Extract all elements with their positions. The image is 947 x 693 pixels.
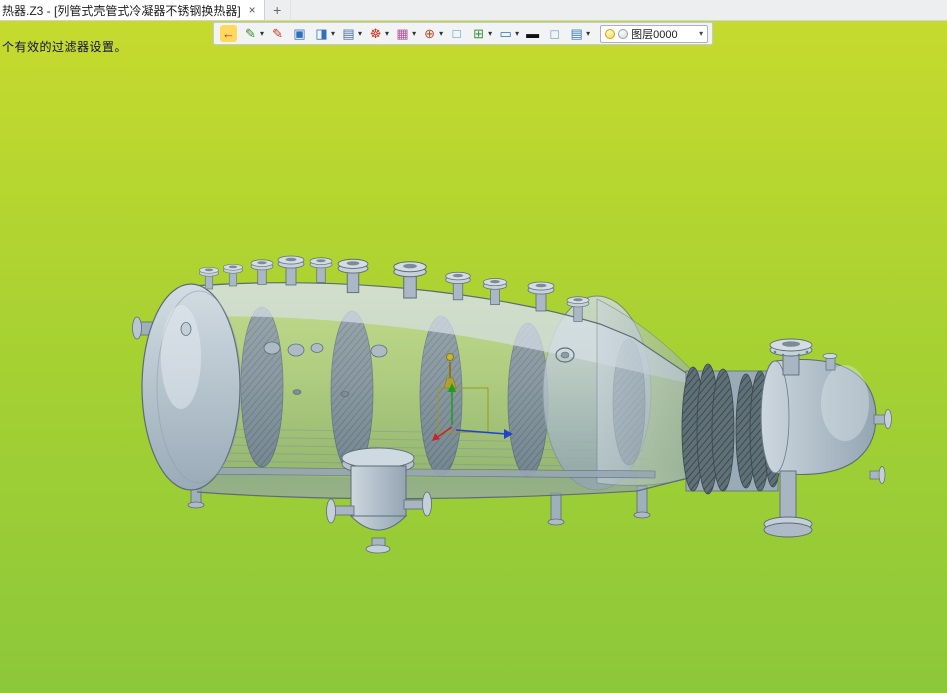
- window-plus-icon: ⊞: [473, 26, 485, 41]
- image-icon: ▦: [396, 26, 409, 41]
- tab-close-icon[interactable]: ×: [247, 3, 258, 17]
- target-icon: ⊕: [424, 26, 436, 41]
- layer-sphere-icon: [618, 28, 629, 39]
- sketch-pen-button[interactable]: ✎: [267, 24, 288, 43]
- shaded-cube-button[interactable]: ▣: [289, 24, 310, 43]
- chevron-down-icon[interactable]: ▾: [488, 29, 492, 38]
- layer-combo-value: 图层0000: [631, 28, 678, 41]
- viewport-3d[interactable]: 个有效的过滤器设置。 ← ✎ ▾ ✎ ▣ ◨ ▾ ▤ ▾ ☸ ▾ ▦ ▾ ⊕ ▾ □ ⊞ ▾ ▭ ▾ ▬ ◻ ▤ ▾ 图层00…: [0, 21, 947, 693]
- bulb-icon: [605, 28, 616, 39]
- line-width-button[interactable]: ▬: [522, 24, 543, 43]
- light-square-icon: ◻: [549, 26, 561, 41]
- chevron-down-icon[interactable]: ▾: [439, 29, 443, 38]
- sketch-pen-icon: ✎: [272, 26, 283, 41]
- floating-toolbar: ← ✎ ▾ ✎ ▣ ◨ ▾ ▤ ▾ ☸ ▾ ▦ ▾ ⊕ ▾ □ ⊞ ▾ ▭ ▾ ▬ ◻ ▤ ▾ 图层0000 ▾: [213, 22, 714, 45]
- layers-button[interactable]: ▤ ▾: [566, 24, 592, 43]
- chevron-down-icon[interactable]: ▾: [331, 29, 335, 38]
- chevron-down-icon[interactable]: ▾: [385, 29, 389, 38]
- chevron-down-icon[interactable]: ▾: [412, 29, 416, 38]
- solid-stack-icon: ▤: [342, 26, 355, 41]
- render-pencil-icon: ✎: [245, 26, 256, 41]
- display-mode-cube-button[interactable]: ◨ ▾: [311, 24, 337, 43]
- render-pencil-button[interactable]: ✎ ▾: [240, 24, 266, 43]
- chevron-down-icon[interactable]: ▾: [699, 29, 703, 38]
- chevron-down-icon[interactable]: ▾: [515, 29, 519, 38]
- chevron-down-icon[interactable]: ▾: [358, 29, 362, 38]
- wheel-icon: ☸: [369, 26, 382, 41]
- app-window: 热器.Z3 - [列管式壳管式冷凝器不锈钢换热器] × + 个有效的过滤器设置。…: [0, 0, 947, 693]
- wheel-button[interactable]: ☸ ▾: [365, 24, 391, 43]
- toolbar-buttons: ← ✎ ▾ ✎ ▣ ◨ ▾ ▤ ▾ ☸ ▾ ▦ ▾ ⊕ ▾ □ ⊞ ▾ ▭ ▾ ▬ ◻ ▤ ▾: [218, 24, 592, 43]
- monitor-button[interactable]: ▭ ▾: [495, 24, 521, 43]
- model-svg: [0, 21, 947, 693]
- tab-bar: 热器.Z3 - [列管式壳管式冷凝器不锈钢换热器] × +: [0, 0, 947, 21]
- display-mode-cube-icon: ◨: [315, 26, 328, 41]
- status-message: 个有效的过滤器设置。: [2, 40, 128, 54]
- tab-title: 热器.Z3 - [列管式壳管式冷凝器不锈钢换热器]: [2, 3, 241, 18]
- line-width-icon: ▬: [526, 26, 540, 41]
- light-square-button[interactable]: ◻: [544, 24, 565, 43]
- shaded-cube-icon: ▣: [293, 26, 306, 41]
- window-plus-button[interactable]: ⊞ ▾: [468, 24, 494, 43]
- image-button[interactable]: ▦ ▾: [392, 24, 418, 43]
- chevron-down-icon[interactable]: ▾: [260, 29, 264, 38]
- new-tab-button[interactable]: +: [265, 0, 291, 20]
- chevron-down-icon[interactable]: ▾: [586, 29, 590, 38]
- selection-box-icon: □: [452, 26, 461, 41]
- exit-icon: ←: [220, 25, 237, 42]
- target-button[interactable]: ⊕ ▾: [419, 24, 445, 43]
- monitor-icon: ▭: [499, 26, 512, 41]
- layer-combo[interactable]: 图层0000 ▾: [600, 24, 709, 43]
- document-tab[interactable]: 热器.Z3 - [列管式壳管式冷凝器不锈钢换热器] ×: [0, 0, 265, 20]
- exit-button[interactable]: ←: [218, 24, 239, 43]
- layers-icon: ▤: [570, 26, 583, 41]
- selection-box-button[interactable]: □: [446, 24, 467, 43]
- solid-stack-button[interactable]: ▤ ▾: [338, 24, 364, 43]
